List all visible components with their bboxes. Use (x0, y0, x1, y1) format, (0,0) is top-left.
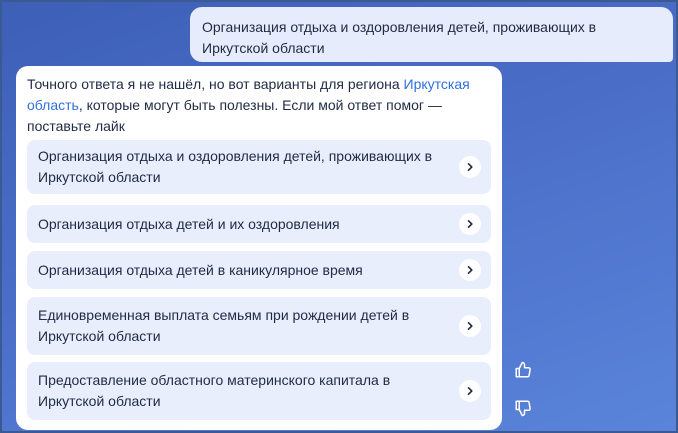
bot-message-card: Точного ответа я не нашёл, но вот вариан… (16, 66, 502, 430)
thumbs-up-icon[interactable] (513, 360, 533, 380)
suggestion-label: Организация отдыха детей в каникулярное … (38, 261, 363, 278)
bot-message-text: Точного ответа я не нашёл, но вот вариан… (27, 74, 487, 137)
chat-window: Организация отдыха и оздоровления детей,… (0, 0, 678, 433)
chevron-right-icon (459, 156, 481, 178)
bot-text-outro: , которые могут быть полезны. Если мой о… (27, 97, 442, 134)
bot-text-intro: Точного ответа я не нашёл, но вот вариан… (27, 76, 404, 92)
suggestion-label: Единовременная выплата семьям при рожден… (38, 307, 410, 344)
chevron-right-icon (459, 259, 481, 281)
user-message-bubble: Организация отдыха и оздоровления детей,… (190, 7, 673, 62)
thumbs-down-icon[interactable] (513, 398, 533, 418)
suggestion-label: Организация отдыха и оздоровления детей,… (38, 148, 433, 185)
suggestion-option[interactable]: Организация отдыха детей в каникулярное … (27, 251, 491, 289)
suggestion-label: Предоставление областного материнского к… (38, 372, 391, 409)
chevron-right-icon (459, 380, 481, 402)
suggestion-option[interactable]: Единовременная выплата семьям при рожден… (27, 297, 491, 355)
chevron-right-icon (459, 315, 481, 337)
suggestion-option[interactable]: Предоставление областного материнского к… (27, 362, 491, 420)
suggestion-label: Организация отдыха детей и их оздоровлен… (38, 215, 340, 232)
suggestion-option[interactable]: Организация отдыха и оздоровления детей,… (27, 140, 491, 194)
suggestion-list: Организация отдыха и оздоровления детей,… (27, 140, 491, 420)
chevron-right-icon (459, 213, 481, 235)
suggestion-option[interactable]: Организация отдыха детей и их оздоровлен… (27, 205, 491, 243)
user-message-text: Организация отдыха и оздоровления детей,… (202, 19, 597, 56)
